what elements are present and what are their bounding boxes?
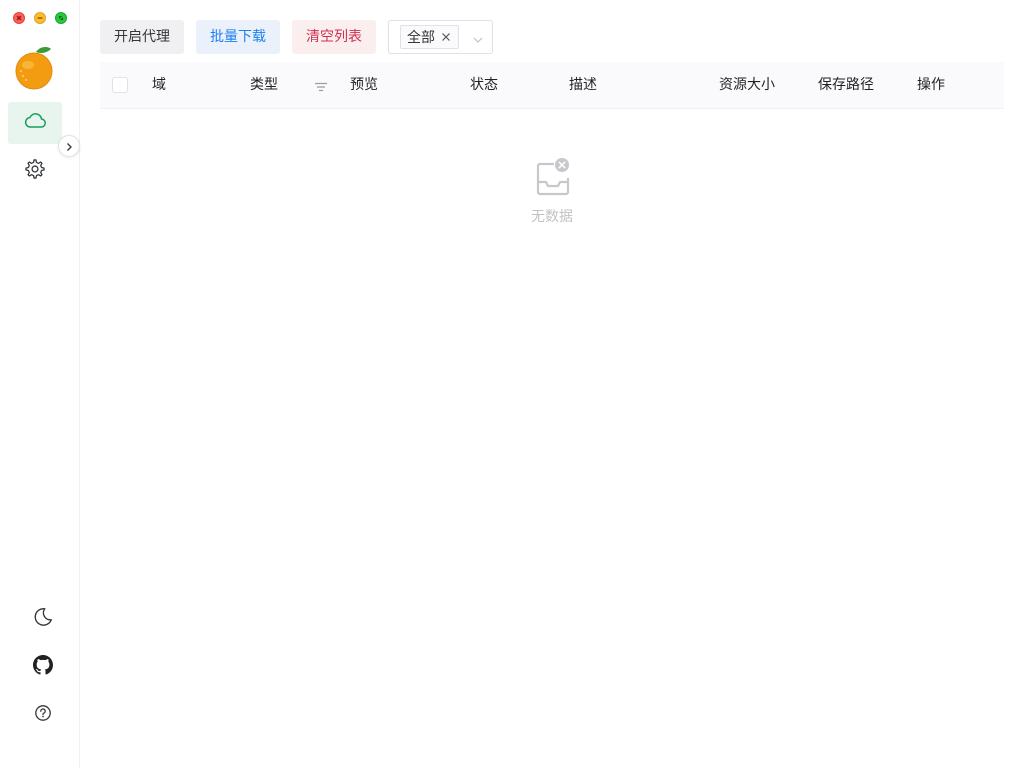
help-icon[interactable]	[30, 700, 56, 726]
sidebar-item-home[interactable]	[8, 102, 62, 144]
close-icon[interactable]	[13, 12, 25, 24]
column-header-type: 类型	[250, 77, 278, 93]
column-header-domain: 域	[152, 77, 166, 93]
sidebar-item-settings[interactable]	[8, 150, 62, 192]
filter-tag: 全部	[400, 25, 459, 49]
select-all-checkbox[interactable]	[112, 77, 128, 93]
cloud-icon	[23, 111, 47, 135]
app-window: 开启代理 批量下载 清空列表 全部 域 类型 预览 状态 描述 资源大小 保存路…	[0, 0, 1024, 768]
maximize-icon[interactable]	[55, 12, 67, 24]
batch-download-button[interactable]: 批量下载	[196, 20, 280, 54]
enable-proxy-button[interactable]: 开启代理	[100, 20, 184, 54]
sidebar-collapse-button[interactable]	[58, 135, 80, 157]
github-icon[interactable]	[30, 652, 56, 678]
clear-list-button[interactable]: 清空列表	[292, 20, 376, 54]
column-header-actions: 操作	[917, 77, 945, 93]
empty-state-text: 无数据	[531, 209, 573, 225]
sidebar	[0, 0, 80, 768]
empty-inbox-icon	[532, 158, 572, 198]
filter-tag-label: 全部	[407, 30, 435, 46]
type-filter-select[interactable]: 全部	[388, 20, 493, 54]
close-icon[interactable]	[440, 31, 452, 43]
main-content: 开启代理 批量下载 清空列表 全部 域 类型 预览 状态 描述 资源大小 保存路…	[80, 0, 1024, 768]
column-header-description: 描述	[569, 77, 597, 93]
column-header-size: 资源大小	[719, 77, 775, 93]
chevron-right-icon	[64, 137, 74, 156]
column-header-preview: 预览	[350, 77, 378, 93]
empty-state: 无数据	[100, 158, 1004, 226]
gear-icon	[24, 158, 46, 184]
column-header-status: 状态	[470, 77, 498, 93]
moon-icon[interactable]	[30, 604, 56, 630]
chevron-down-icon	[472, 31, 484, 50]
table-header: 域 类型 预览 状态 描述 资源大小 保存路径 操作	[100, 62, 1004, 109]
column-header-save-path: 保存路径	[818, 77, 874, 93]
minimize-icon[interactable]	[34, 12, 46, 24]
resource-table: 域 类型 预览 状态 描述 资源大小 保存路径 操作 无数据	[100, 62, 1004, 225]
filter-icon[interactable]	[314, 79, 328, 93]
orange-logo-icon	[14, 46, 56, 90]
